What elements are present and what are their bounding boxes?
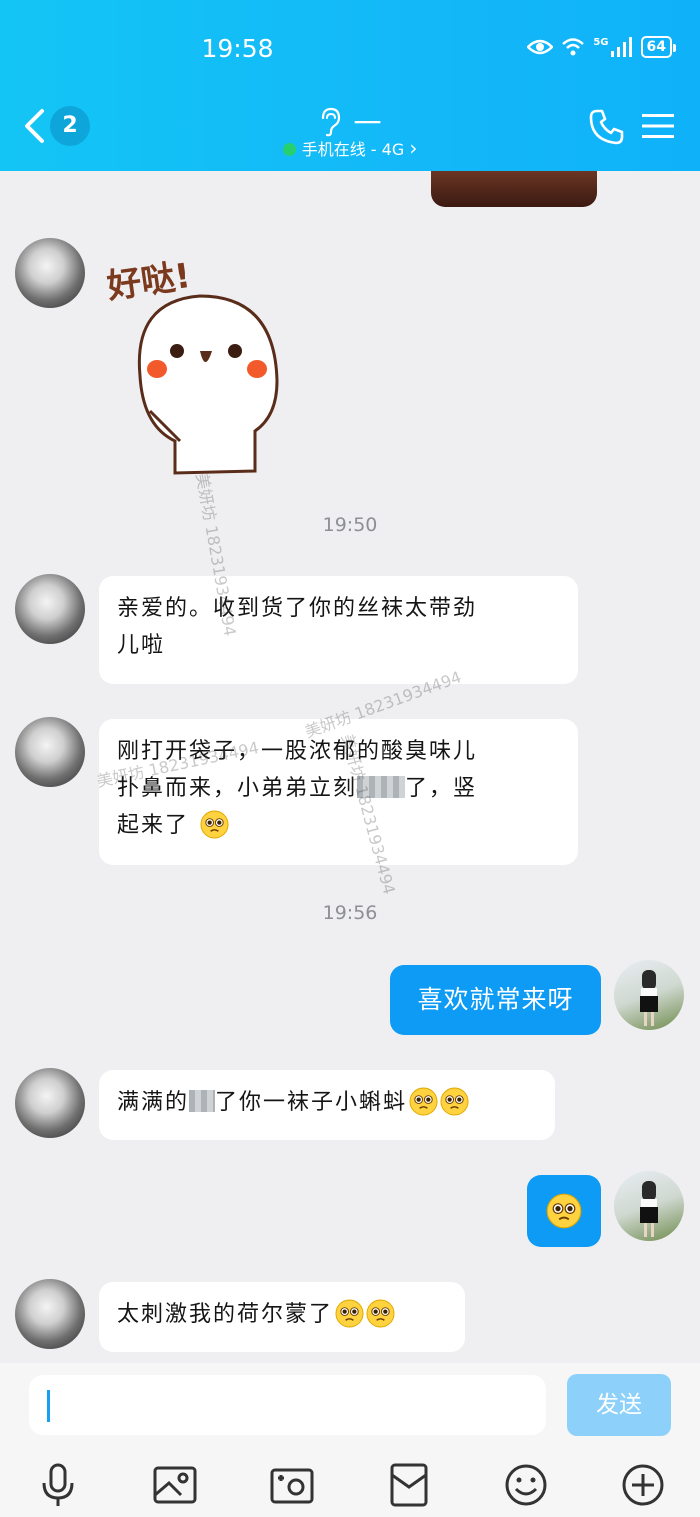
- text-caret: [47, 1390, 50, 1422]
- message-bubble[interactable]: 太刺激我的荷尔蒙了: [99, 1282, 465, 1352]
- sent-message-bubble[interactable]: 喜欢就常来呀: [390, 965, 601, 1035]
- phone-icon[interactable]: [588, 108, 626, 146]
- message-text: 太刺激我的荷尔蒙了: [117, 1296, 447, 1333]
- emoji-icon[interactable]: [502, 1461, 550, 1509]
- status-time: 19:58: [201, 34, 274, 63]
- message-text: 满满的 了你一袜子小蝌蚪: [117, 1084, 537, 1121]
- avatar[interactable]: [15, 717, 85, 787]
- self-avatar[interactable]: [614, 1171, 684, 1241]
- message-list[interactable]: 好哒! 19:50 亲爱的。收到货了你的丝袜太带劲 儿啦 刚打开袋子，一股浓郁的…: [0, 171, 700, 1363]
- online-dot: [282, 143, 296, 156]
- self-avatar-image: [640, 970, 658, 1026]
- avatar[interactable]: [15, 1068, 85, 1138]
- mosaic-blur: [357, 776, 406, 798]
- input-bar: 发送: [0, 1363, 700, 1517]
- send-button[interactable]: 发送: [567, 1374, 671, 1436]
- message-text: 起来了: [117, 807, 560, 844]
- network-label: 5G: [593, 36, 609, 48]
- message-bubble[interactable]: 刚打开袋子，一股浓郁的酸臭味儿 扑鼻而来，小弟弟立刻 了，竖 起来了: [99, 719, 578, 865]
- message-text-segment: 了，竖: [405, 776, 478, 801]
- previous-image-message[interactable]: [431, 171, 597, 207]
- message-text-segment: 太刺激我的荷尔蒙了: [117, 1302, 334, 1327]
- pleading-face-emoji-icon: [200, 810, 229, 839]
- eye-icon: [527, 39, 554, 55]
- message-bubble[interactable]: 满满的 了你一袜子小蝌蚪: [99, 1070, 555, 1140]
- avatar[interactable]: [15, 238, 85, 308]
- menu-icon[interactable]: [642, 112, 674, 140]
- self-avatar-image: [640, 1181, 658, 1237]
- message-input[interactable]: [29, 1375, 546, 1435]
- timestamp: 19:56: [322, 902, 378, 924]
- image-icon[interactable]: [151, 1461, 199, 1509]
- status-icons: 5G 64: [527, 36, 677, 58]
- avatar[interactable]: [15, 574, 85, 644]
- message-text: 儿啦: [117, 633, 166, 658]
- message-text-segment: 满满的: [117, 1090, 190, 1115]
- signal-icon: [610, 37, 632, 57]
- pleading-face-emoji-icon: [409, 1087, 438, 1116]
- plus-icon[interactable]: [619, 1461, 667, 1509]
- message-text-segment: 扑鼻而来，小弟弟立刻: [117, 776, 358, 801]
- avatar[interactable]: [15, 1279, 85, 1349]
- pleading-face-emoji-icon: [366, 1299, 395, 1328]
- message-text: 刚打开袋子，一股浓郁的酸臭味儿: [117, 739, 478, 764]
- online-status-text: 手机在线 - 4G: [301, 140, 405, 159]
- camera-icon[interactable]: [268, 1461, 316, 1509]
- red-packet-icon[interactable]: [385, 1461, 433, 1509]
- mic-icon[interactable]: [34, 1461, 82, 1509]
- chevron-right-icon: ›: [409, 136, 418, 160]
- message-text-segment: 了你一袜子小蝌蚪: [215, 1090, 408, 1115]
- wifi-icon: [562, 38, 585, 56]
- timestamp: 19:50: [322, 514, 378, 536]
- message-text: 亲爱的。收到货了你的丝袜太带劲: [117, 596, 478, 621]
- pleading-face-emoji-icon: [440, 1087, 469, 1116]
- pleading-face-emoji-icon: [546, 1193, 582, 1229]
- message-bubble[interactable]: 亲爱的。收到货了你的丝袜太带劲 儿啦: [99, 576, 578, 684]
- sent-emoji-bubble[interactable]: [527, 1175, 601, 1247]
- ear-icon: [322, 107, 341, 137]
- pleading-face-emoji-icon: [335, 1299, 364, 1328]
- message-text-segment: 起来了: [117, 813, 190, 838]
- sticker-message[interactable]: 好哒!: [104, 241, 295, 476]
- sticker-image: 好哒!: [104, 256, 279, 475]
- message-text: 扑鼻而来，小弟弟立刻 了，竖: [117, 770, 560, 807]
- mosaic-blur: [189, 1090, 216, 1112]
- battery-indicator: 64: [640, 36, 677, 58]
- chat-header: 19:58 5G 64 2 一 手机在线 - 4G ›: [0, 0, 700, 171]
- self-avatar[interactable]: [614, 960, 684, 1030]
